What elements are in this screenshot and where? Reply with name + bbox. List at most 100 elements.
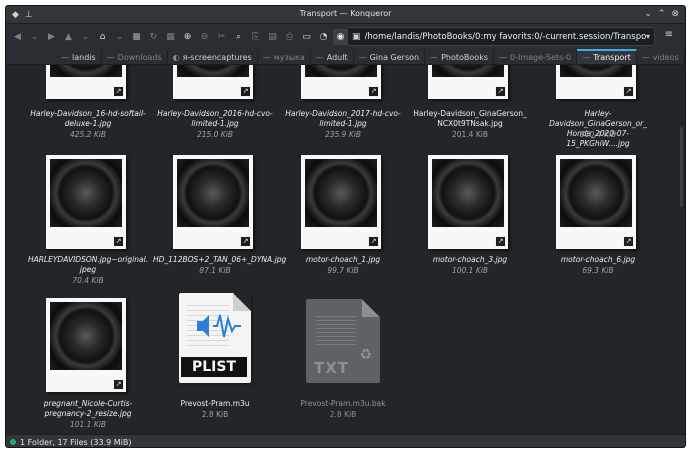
location-path[interactable]: /home/landis/PhotoBooks/0:my favorits:0/… — [365, 32, 646, 42]
reload-icon[interactable]: ↻ — [146, 29, 161, 45]
main-toolbar: ◀ ⌄ ▶ ▲ ⌄ ⌂ ⌄ ■ ↻ ▦ ⊕ ⊖ ✂ ⌕ ⎘ ▤ ⎙ ▭ ◔ ◉ … — [6, 24, 685, 50]
up-menu-icon[interactable]: ⌄ — [78, 29, 93, 45]
back-menu-icon[interactable]: ⌄ — [27, 29, 42, 45]
file-item[interactable]: ↗ motor-choach_1.jpg 99.7 KiB — [281, 155, 405, 285]
file-name: motor-choach_3.jpg — [432, 255, 508, 264]
image-thumbnail: ↗ — [428, 155, 508, 249]
tab-icon: — — [430, 52, 439, 62]
titlebar[interactable]: ◆ ⊥ Transport — Konqueror ⌄ ⌃ ⊗ — [6, 6, 685, 24]
maximize-icon[interactable]: ⌃ — [658, 8, 666, 20]
copy-icon[interactable]: ⎘ — [248, 29, 263, 45]
grid-icon[interactable]: ▦ — [163, 29, 178, 45]
file-item[interactable]: ↗ Harley-Davidson_GinaGerson_or_ Honda_2… — [536, 65, 660, 148]
tab-icon: — — [61, 52, 69, 62]
hamburger-menu-icon[interactable]: ≡ — [665, 29, 673, 40]
tab-icon: — — [262, 52, 271, 62]
zoom-in-icon[interactable]: ⊕ — [180, 29, 195, 45]
file-item[interactable]: ↗ pregnant_Nicole-Curtis- pregnancy-2_re… — [26, 298, 150, 434]
print-icon[interactable]: ⎙ — [282, 29, 297, 45]
forward-icon[interactable]: ▶ — [44, 29, 59, 45]
tab-icon: — — [641, 52, 650, 62]
back-icon[interactable]: ◀ — [10, 29, 25, 45]
file-size: 101.1 KiB — [69, 420, 106, 429]
symlink-icon: ↗ — [113, 86, 124, 97]
tab-gina-gerson[interactable]: — Gina Gerson — [354, 50, 426, 64]
file-name: motor-choach_1.jpg — [305, 255, 381, 264]
tab-adult[interactable]: — Adult — [311, 50, 354, 64]
file-item[interactable]: ↗ motor-choach_6.jpg 69.3 KiB — [536, 155, 660, 285]
up-icon[interactable]: ▲ — [61, 29, 76, 45]
image-thumbnail: ↗ — [301, 65, 381, 99]
tab-label: landis — [72, 52, 96, 62]
konqueror-window: ◆ ⊥ Transport — Konqueror ⌄ ⌃ ⊗ ◀ ⌄ ▶ ▲ … — [5, 5, 686, 448]
tab-transport[interactable]: — Transport — [577, 49, 637, 64]
status-bar: 1 Folder, 17 Files (33.9 MiB) — [6, 434, 685, 447]
tab-icon: — — [499, 52, 507, 62]
scrollbar[interactable] — [680, 127, 683, 207]
close-icon[interactable]: ⊗ — [671, 8, 679, 20]
symlink-icon: ↗ — [368, 236, 379, 247]
location-dropdown-icon[interactable]: ▾ — [646, 32, 650, 41]
file-item[interactable]: ↗ HARLEYDAVIDSON.jpg~original. jpeg 70.4… — [26, 155, 150, 285]
minimize-icon[interactable]: ⌄ — [644, 8, 652, 20]
home-icon[interactable]: ⌂ — [95, 29, 110, 45]
image-thumbnail: ↗ — [301, 155, 381, 249]
find-icon[interactable]: ✂ — [214, 29, 229, 45]
tab-screencaptures[interactable]: ◐ я-screencaptures — [168, 50, 258, 64]
status-text: 1 Folder, 17 Files (33.9 MiB) — [20, 437, 132, 447]
file-size: 70.4 KiB — [72, 276, 104, 285]
tab-landis[interactable]: — landis — [56, 50, 102, 64]
file-item[interactable]: ↗ Harley-Davidson_2016-hd-cvo- limited-1… — [153, 65, 277, 145]
file-name: Harley-Davidson_GinaGerson_or_ Honda_202… — [549, 109, 647, 148]
symlink-icon: ↗ — [623, 236, 634, 247]
zoom-out-icon[interactable]: ⊖ — [197, 29, 212, 45]
location-bar[interactable]: ▣ /home/landis/PhotoBooks/0:my favorits:… — [347, 27, 655, 46]
tab-photobooks[interactable]: — PhotoBooks — [425, 50, 494, 64]
symlink-icon: ↗ — [240, 86, 251, 97]
tab-music[interactable]: — музыка — [258, 50, 311, 64]
plist-label: PLIST — [181, 357, 247, 377]
file-name: motor-choach_6.jpg — [560, 255, 636, 264]
tab-image-sets[interactable]: —0-Image-Sets-0 — [494, 50, 578, 64]
tab-label: я-screencaptures — [182, 52, 252, 62]
file-name: HD_112BOS+2_TAN_06+_DYNA.jpg — [153, 255, 287, 264]
file-view[interactable]: ↗ Harley-Davidson_16-hd-softail- deluxe-… — [6, 65, 685, 434]
tab-downloads[interactable]: — Downloads — [102, 50, 168, 64]
file-size: 99.7 KiB — [327, 266, 359, 275]
file-size: 2.8 KiB — [329, 410, 357, 419]
file-item[interactable]: ↗ Harley-Davidson_16-hd-softail- deluxe-… — [26, 65, 150, 145]
file-size: 2.8 KiB — [201, 410, 229, 419]
image-thumbnail: ↗ — [46, 298, 126, 392]
split-view-icon[interactable]: ◔ — [316, 29, 331, 45]
symlink-icon: ↗ — [113, 379, 124, 390]
file-item[interactable]: ↗ Harley-Davidson_2017-hd-cvo- limited-1… — [281, 65, 405, 145]
file-name: Harley-Davidson_2017-hd-cvo- limited-1.j… — [285, 109, 401, 128]
folder-icon: ▣ — [352, 31, 361, 42]
text-file-icon: TXT ♻ — [306, 299, 380, 383]
tab-videos[interactable]: — videos — [637, 50, 685, 64]
file-size: 69.3 KiB — [582, 266, 614, 275]
tab-icon: ◐ — [172, 52, 180, 62]
image-thumbnail: ↗ — [556, 155, 636, 249]
file-item[interactable]: ↗ Harley-Davidson_GinaGerson_ NCX0t9TNsa… — [408, 65, 532, 145]
audio-wave-icon — [197, 314, 241, 338]
file-name: Prevost-Pram.m3u — [180, 399, 250, 408]
backup-icon: ♻ — [359, 347, 372, 363]
file-item[interactable]: ↗ motor-choach_3.jpg 100.1 KiB — [408, 155, 532, 285]
stop-icon[interactable]: ■ — [129, 29, 144, 45]
file-item[interactable]: PLIST Prevost-Pram.m3u 2.8 KiB — [153, 293, 277, 423]
file-size: 87.1 KiB — [199, 266, 231, 275]
file-item[interactable]: ↗ HD_112BOS+2_TAN_06+_DYNA.jpg 87.1 KiB — [153, 155, 287, 285]
image-thumbnail: ↗ — [173, 65, 253, 99]
image-thumbnail: ↗ — [173, 155, 253, 249]
image-thumbnail: ↗ — [46, 65, 126, 99]
paste-icon[interactable]: ▤ — [265, 29, 280, 45]
home-menu-icon[interactable]: ⌄ — [112, 29, 127, 45]
file-item[interactable]: TXT ♻ Prevost-Pram.m3u.bak 2.8 KiB — [281, 293, 405, 423]
symlink-icon: ↗ — [623, 86, 634, 97]
search-icon[interactable]: ⌕ — [231, 29, 246, 45]
terminal-icon[interactable]: ▭ — [299, 29, 314, 45]
file-size: 425.2 KiB — [69, 130, 106, 139]
icon-view-icon[interactable]: ◉ — [333, 29, 348, 45]
symlink-icon: ↗ — [368, 86, 379, 97]
